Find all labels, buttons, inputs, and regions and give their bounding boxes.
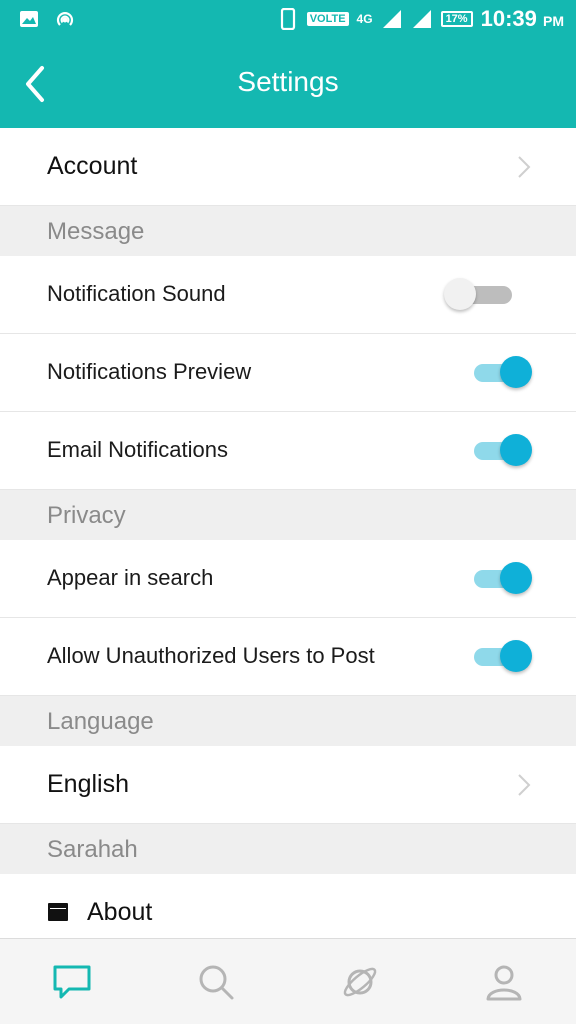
notifications-preview-toggle[interactable]: [474, 356, 532, 388]
email-notifications-row: Email Notifications: [0, 412, 576, 490]
chevron-right-icon: [518, 774, 531, 796]
nav-search[interactable]: [144, 939, 288, 1024]
section-header-privacy: Privacy: [0, 490, 576, 540]
app-bar: Settings: [0, 40, 576, 128]
window-icon: [48, 903, 68, 921]
clock-ampm: PM: [543, 13, 564, 29]
section-title: Message: [47, 218, 145, 245]
account-row[interactable]: Account: [0, 128, 576, 206]
section-header-message: Message: [0, 206, 576, 256]
signal-icon: [382, 10, 401, 28]
notification-sound-row: Notification Sound: [0, 256, 576, 334]
search-icon: [199, 965, 234, 999]
section-title: Language: [47, 708, 154, 735]
section-header-language: Language: [0, 696, 576, 746]
allow-unauthorized-toggle[interactable]: [474, 640, 532, 672]
bottom-nav: [0, 938, 576, 1024]
email-notifications-toggle[interactable]: [474, 434, 532, 466]
clock: 10:39 PM: [481, 6, 564, 32]
notifications-preview-row: Notifications Preview: [0, 334, 576, 412]
signal-icon: [412, 10, 431, 28]
profile-icon: [486, 965, 522, 1000]
account-label: Account: [47, 152, 138, 180]
appear-in-search-row: Appear in search: [0, 540, 576, 618]
battery-indicator: 17%: [440, 11, 473, 27]
network-type: 4G: [356, 12, 373, 26]
appear-in-search-toggle[interactable]: [474, 562, 532, 594]
allow-unauthorized-label: Allow Unauthorized Users to Post: [47, 643, 375, 668]
language-label: English: [47, 770, 129, 798]
volte-badge: VOLTE: [306, 12, 349, 26]
notifications-preview-label: Notifications Preview: [47, 359, 252, 384]
allow-unauthorized-row: Allow Unauthorized Users to Post: [0, 618, 576, 696]
chat-bubble-icon: [53, 965, 91, 998]
nav-profile[interactable]: [432, 939, 576, 1024]
appear-in-search-label: Appear in search: [47, 565, 214, 590]
notification-sound-toggle[interactable]: [444, 278, 512, 310]
gallery-icon: [20, 11, 38, 27]
status-bar: VOLTE 4G 17% 10:39 PM: [0, 0, 576, 40]
section-header-sarahah: Sarahah: [0, 824, 576, 874]
planet-icon: [343, 967, 377, 996]
section-title: Privacy: [47, 502, 126, 529]
email-notifications-label: Email Notifications: [47, 437, 228, 462]
hotspot-icon: [56, 12, 74, 26]
page-title: Settings: [237, 66, 339, 97]
chevron-right-icon: [518, 156, 531, 178]
clock-time: 10:39: [480, 6, 537, 31]
nav-messages[interactable]: [0, 939, 144, 1024]
language-row[interactable]: English: [0, 746, 576, 824]
notification-sound-label: Notification Sound: [47, 281, 226, 306]
nav-explore[interactable]: [288, 939, 432, 1024]
phone-icon: [280, 8, 295, 30]
about-label: About: [87, 898, 153, 926]
settings-list: Account Message Notification Sound Notif…: [0, 128, 576, 952]
section-title: Sarahah: [47, 836, 138, 863]
